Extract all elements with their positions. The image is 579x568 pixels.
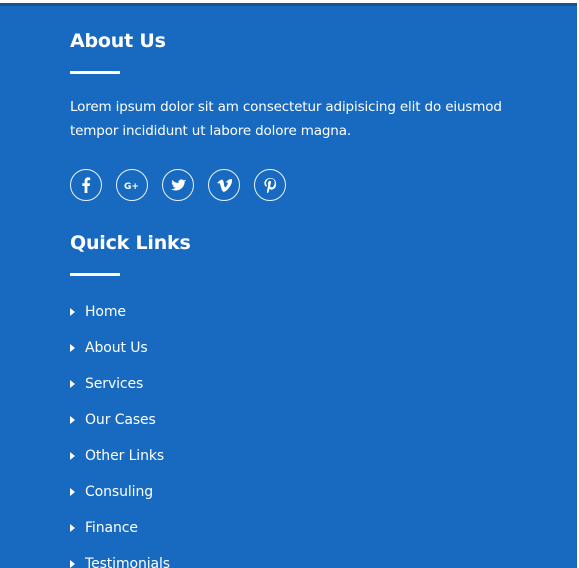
quick-links-heading: Quick Links [70, 232, 191, 254]
social-facebook-button[interactable] [70, 169, 102, 201]
caret-right-icon [70, 452, 75, 460]
quick-link-label[interactable]: Home [85, 304, 126, 320]
caret-right-icon [70, 560, 75, 568]
about-heading: About Us [70, 30, 166, 52]
quick-link-label[interactable]: Consuling [85, 484, 153, 500]
quick-links-heading-underline [70, 273, 120, 276]
social-vimeo-button[interactable] [208, 169, 240, 201]
twitter-icon [170, 178, 186, 190]
quick-link-about-us[interactable]: About Us [70, 330, 330, 366]
social-twitter-button[interactable] [162, 169, 194, 201]
about-heading-underline [70, 71, 120, 74]
google-plus-icon: G+ [124, 182, 139, 191]
quick-link-our-cases[interactable]: Our Cases [70, 402, 330, 438]
about-section: About Us Lorem ipsum dolor sit am consec… [70, 28, 550, 143]
caret-right-icon [70, 524, 75, 532]
quick-link-label[interactable]: Other Links [85, 448, 164, 464]
quick-links-list: Home About Us Services Our Cases Other L… [70, 294, 330, 568]
facebook-icon [82, 177, 91, 193]
about-text: Lorem ipsum dolor sit am consectetur adi… [70, 99, 502, 139]
quick-link-other-links[interactable]: Other Links [70, 438, 330, 474]
social-pinterest-button[interactable] [254, 169, 286, 201]
footer-panel: About Us Lorem ipsum dolor sit am consec… [0, 3, 577, 568]
vimeo-icon [216, 178, 232, 192]
quick-link-services[interactable]: Services [70, 366, 330, 402]
quick-link-finance[interactable]: Finance [70, 510, 330, 546]
top-divider [0, 3, 577, 6]
quick-link-label[interactable]: Our Cases [85, 412, 156, 428]
quick-link-home[interactable]: Home [70, 294, 330, 330]
svg-text:G+: G+ [124, 182, 139, 191]
caret-right-icon [70, 488, 75, 496]
quick-link-label[interactable]: About Us [85, 340, 148, 356]
quick-links-section: Quick Links Home About Us Services Our C… [70, 230, 330, 568]
page: About Us Lorem ipsum dolor sit am consec… [0, 0, 579, 568]
caret-right-icon [70, 416, 75, 424]
social-google-plus-button[interactable]: G+ [116, 169, 148, 201]
caret-right-icon [70, 308, 75, 316]
social-links: G+ [70, 169, 286, 201]
quick-link-label[interactable]: Services [85, 376, 143, 392]
quick-link-label[interactable]: Testimonials [85, 556, 170, 568]
quick-link-label[interactable]: Finance [85, 520, 138, 536]
quick-link-consuling[interactable]: Consuling [70, 474, 330, 510]
quick-link-testimonials[interactable]: Testimonials [70, 546, 330, 568]
caret-right-icon [70, 344, 75, 352]
caret-right-icon [70, 380, 75, 388]
pinterest-icon [264, 177, 276, 193]
